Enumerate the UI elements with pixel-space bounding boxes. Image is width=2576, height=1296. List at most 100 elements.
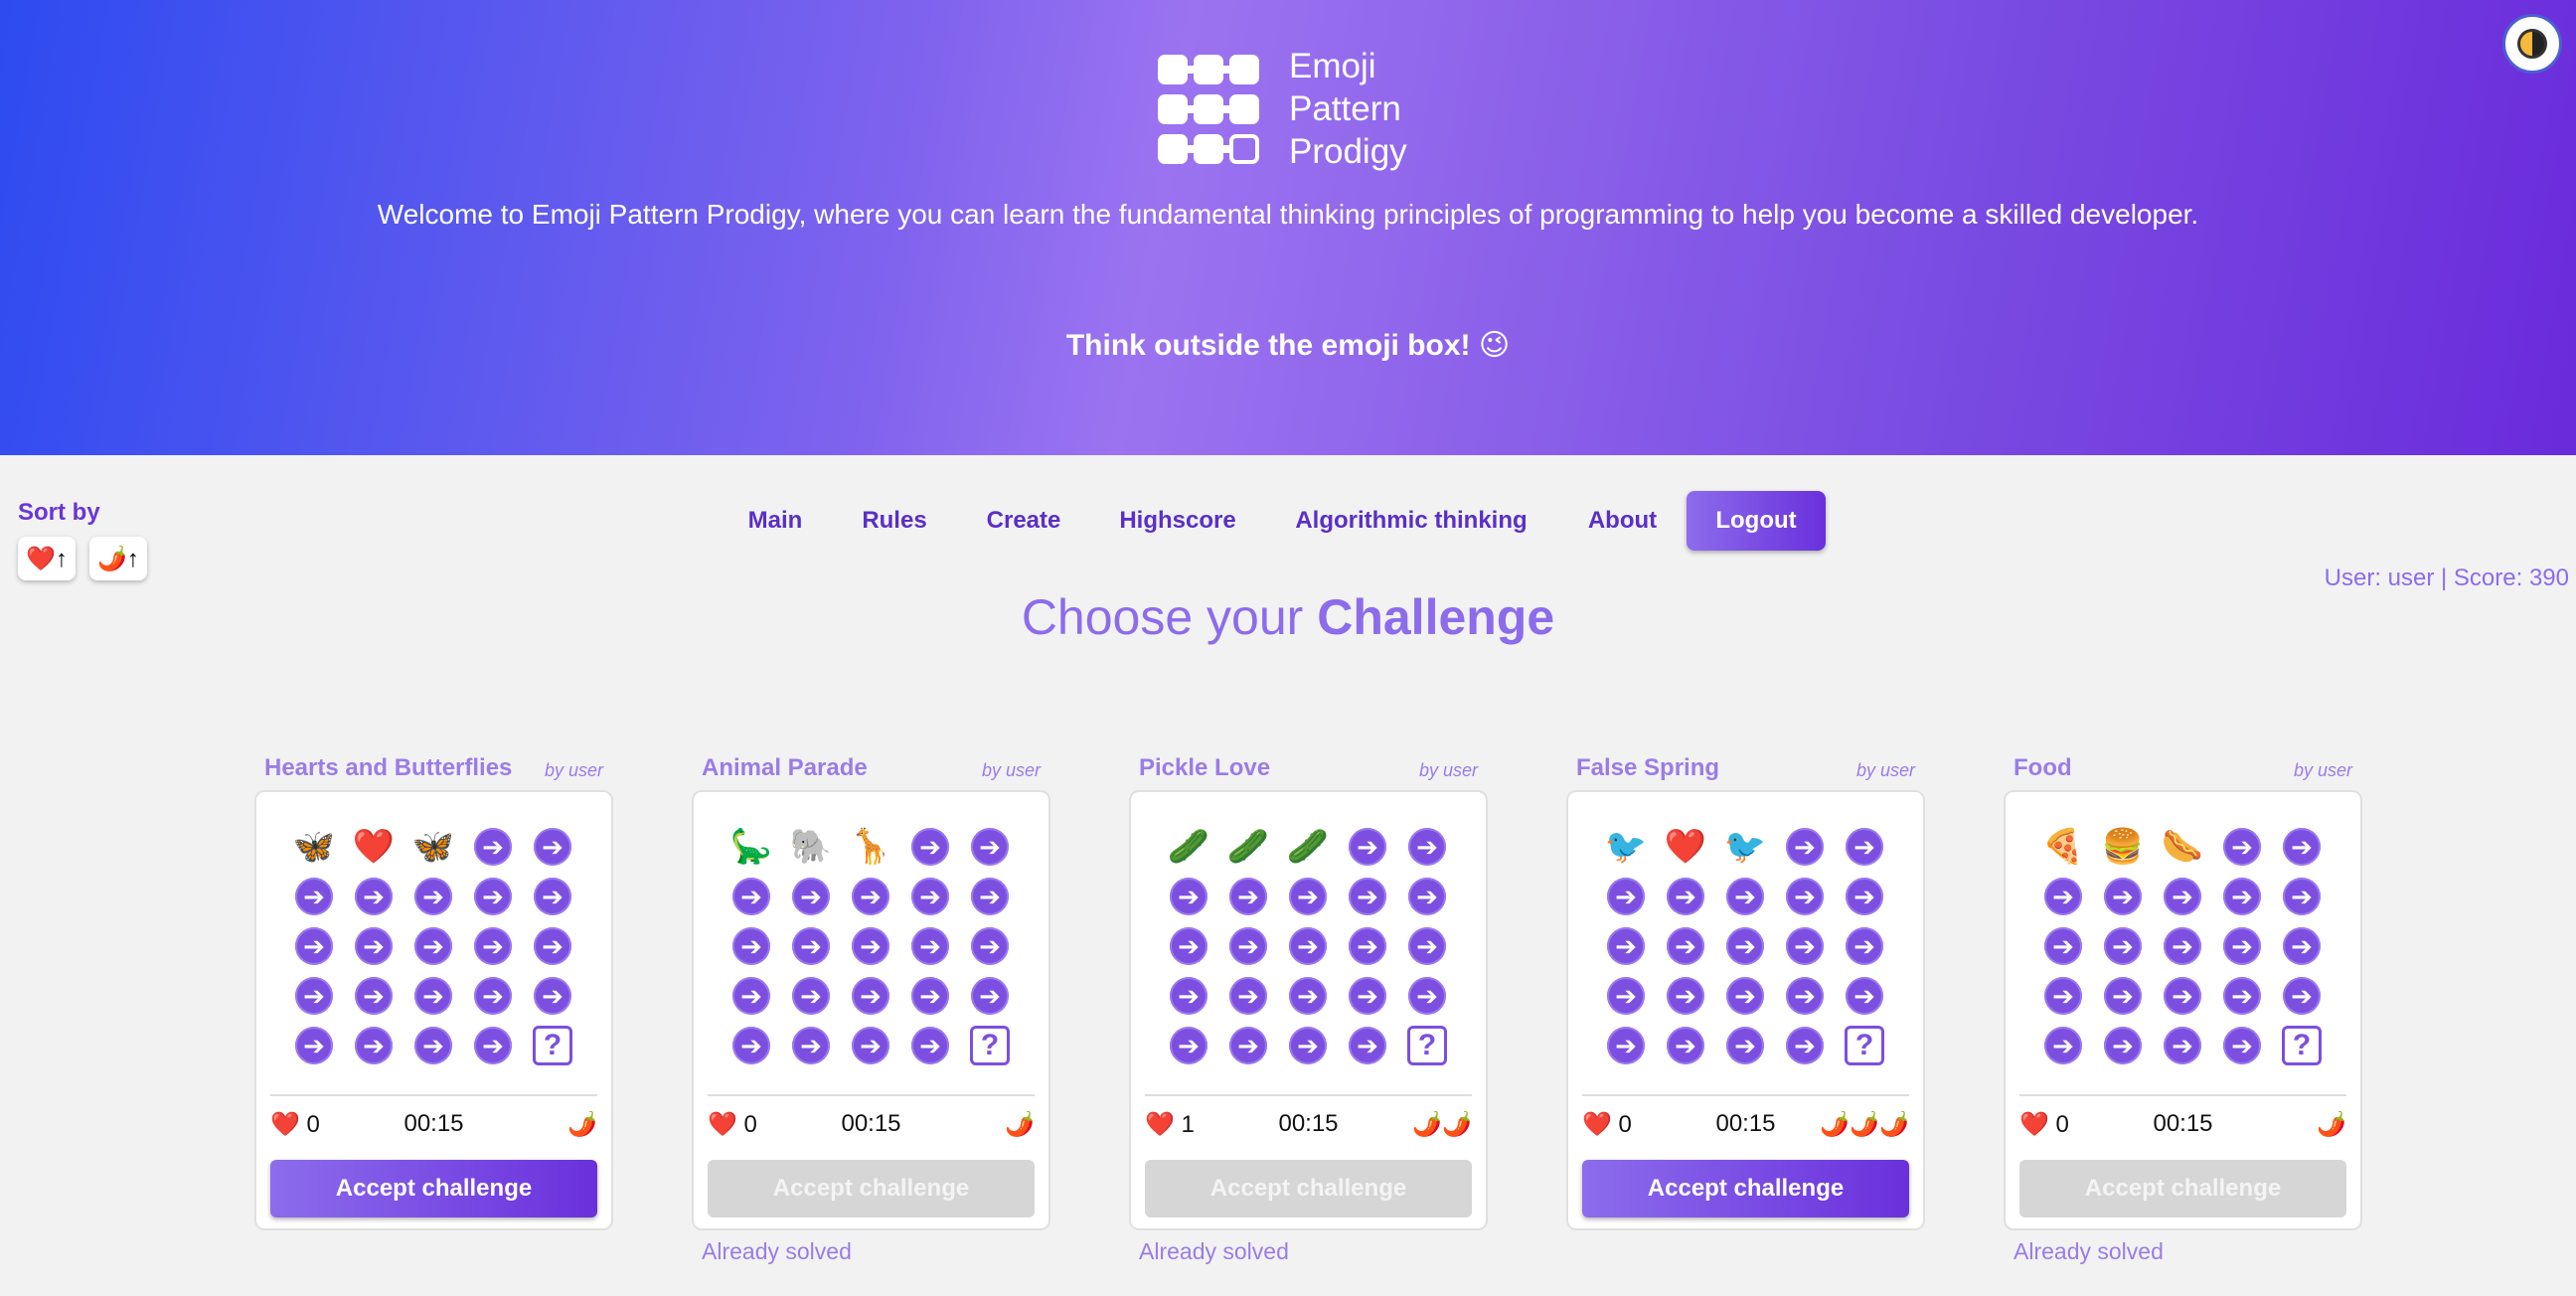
arrow-right-icon: ➔: [911, 828, 949, 866]
nav-highscore[interactable]: Highscore: [1103, 491, 1252, 551]
grid-cell: ➔: [900, 1021, 960, 1070]
arrow-right-icon: ➔: [1786, 828, 1824, 866]
pattern-grid: 🥒 🥒 🥒 ➔ ➔ ➔ ➔ ➔ ➔ ➔ ➔ ➔ ➔ ➔ ➔ ➔ ➔ ➔ ➔ ➔ ➔ ➔ ➔ ➔?: [1159, 822, 1462, 1070]
accept-challenge-button[interactable]: Accept challenge: [1145, 1160, 1472, 1217]
pattern-emoji: 🍔: [2101, 828, 2145, 866]
grid-cell: ➔: [403, 872, 463, 921]
pattern-emoji: 🦒: [849, 828, 892, 866]
grid-cell: ➔: [344, 872, 403, 921]
grid-cell: ➔: [1775, 822, 1835, 872]
grid-cell: ➔: [1715, 921, 1775, 971]
accept-challenge-button[interactable]: Accept challenge: [2019, 1160, 2346, 1217]
grid-cell: ➔: [2033, 1021, 2093, 1070]
card-divider: [708, 1094, 1035, 1096]
logout-button[interactable]: Logout: [1687, 491, 1826, 551]
grid-cell: ➔: [2093, 971, 2153, 1021]
nav-main[interactable]: Main: [725, 491, 825, 551]
grid-cell: ➔: [2093, 1021, 2153, 1070]
arrow-right-icon: ➔: [971, 878, 1009, 915]
grid-cell: ➔: [1835, 872, 1894, 921]
challenge-title: Pickle Love: [1139, 754, 1271, 781]
nav-algorithmic-thinking[interactable]: Algorithmic thinking: [1282, 491, 1540, 551]
grid-cell: ➔: [900, 971, 960, 1021]
main-nav: Main Rules Create Highscore Algorithmic …: [0, 491, 2576, 551]
grid-cell: ➔: [960, 971, 1020, 1021]
app-logo[interactable]: Emoji Pattern Prodigy: [1158, 45, 1407, 173]
arrow-right-icon: ➔: [1607, 977, 1645, 1015]
arrow-right-icon: ➔: [1726, 977, 1764, 1015]
grid-cell: ➔: [1397, 872, 1457, 921]
half-moon-icon: [2517, 29, 2547, 59]
arrow-right-icon: ➔: [1170, 977, 1208, 1015]
arrow-right-icon: ➔: [2223, 828, 2261, 866]
grid-cell: ➔: [2212, 872, 2272, 921]
arrow-right-icon: ➔: [414, 977, 452, 1015]
grid-cell: ➔: [960, 872, 1020, 921]
nav-about[interactable]: About: [1570, 491, 1675, 551]
grid-cell: ➔: [722, 872, 781, 921]
grid-cell: ➔: [1278, 971, 1338, 1021]
pattern-emoji: 🥒: [1286, 828, 1330, 866]
arrow-right-icon: ➔: [2104, 927, 2142, 965]
arrow-right-icon: ➔: [2104, 1027, 2142, 1064]
card-divider: [2019, 1094, 2346, 1096]
arrow-right-icon: ➔: [852, 1027, 889, 1064]
question-mark-icon: ?: [970, 1026, 1010, 1065]
grid-cell: ➔: [1656, 1021, 1715, 1070]
title-emphasis: Challenge: [1317, 589, 1555, 645]
arrow-right-icon: ➔: [1349, 1027, 1386, 1064]
pattern-emoji: 🦋: [411, 828, 455, 866]
challenge-title: False Spring: [1576, 754, 1720, 781]
arrow-right-icon: ➔: [1408, 977, 1446, 1015]
grid-cell: ➔: [1397, 971, 1457, 1021]
arrow-right-icon: ➔: [732, 927, 770, 965]
difficulty-peppers: 🌶️: [1005, 1111, 1035, 1138]
grid-cell: ➔: [1338, 1021, 1397, 1070]
grid-cell: ➔: [1775, 1021, 1835, 1070]
already-solved-label: Already solved: [1139, 1238, 1289, 1264]
arrow-right-icon: ➔: [2044, 878, 2082, 915]
arrow-right-icon: ➔: [2164, 878, 2201, 915]
arrow-right-icon: ➔: [474, 977, 512, 1015]
unknown-cell: ?: [960, 1021, 1020, 1070]
already-solved-label: Already solved: [2013, 1238, 2164, 1264]
accept-challenge-button[interactable]: Accept challenge: [708, 1160, 1035, 1217]
accept-challenge-button[interactable]: Accept challenge: [270, 1160, 597, 1217]
nav-create[interactable]: Create: [969, 491, 1078, 551]
grid-cell: ➔: [900, 921, 960, 971]
time-limit: 00:15: [403, 1110, 464, 1137]
arrow-right-icon: ➔: [1229, 878, 1267, 915]
card-header: False Spring by user: [1566, 750, 1925, 786]
pattern-emoji: 🐘: [789, 828, 833, 866]
arrow-right-icon: ➔: [2164, 927, 2201, 965]
logo-line: Pattern: [1289, 89, 1401, 128]
theme-toggle-button[interactable]: [2502, 14, 2562, 74]
nav-rules[interactable]: Rules: [845, 491, 944, 551]
grid-cell: ➔: [523, 971, 582, 1021]
arrow-right-icon: ➔: [2104, 977, 2142, 1015]
challenge-stats: ❤️ 0 00:15 🌶️: [2019, 1110, 2346, 1144]
pattern-emoji: 🥒: [1167, 828, 1210, 866]
arrow-right-icon: ➔: [2044, 927, 2082, 965]
arrow-right-icon: ➔: [792, 878, 830, 915]
card-divider: [1582, 1094, 1909, 1096]
arrow-right-icon: ➔: [2283, 977, 2321, 1015]
arrow-right-icon: ➔: [1607, 878, 1645, 915]
accept-challenge-button[interactable]: Accept challenge: [1582, 1160, 1909, 1217]
logo-text: Emoji Pattern Prodigy: [1289, 45, 1407, 173]
grid-cell: ➔: [2212, 921, 2272, 971]
arrow-right-icon: ➔: [1170, 1027, 1208, 1064]
question-mark-icon: ?: [1845, 1026, 1884, 1065]
arrow-right-icon: ➔: [355, 977, 393, 1015]
grid-cell: ➔: [900, 822, 960, 872]
pattern-grid: 🦋 ❤️ 🦋 ➔ ➔ ➔ ➔ ➔ ➔ ➔ ➔ ➔ ➔ ➔ ➔ ➔ ➔ ➔ ➔ ➔ ➔ ➔ ➔ ➔?: [284, 822, 587, 1070]
challenge-stats: ❤️ 0 00:15 🌶️: [270, 1110, 597, 1144]
arrow-right-icon: ➔: [2223, 977, 2261, 1015]
difficulty-peppers: 🌶️🌶️: [1412, 1111, 1472, 1138]
arrow-right-icon: ➔: [2283, 927, 2321, 965]
grid-cell: ➔: [463, 971, 523, 1021]
arrow-right-icon: ➔: [295, 977, 333, 1015]
tagline: Think outside the emoji box! 😉: [1065, 329, 1511, 362]
arrow-right-icon: ➔: [2283, 828, 2321, 866]
grid-cell: ➔: [463, 1021, 523, 1070]
